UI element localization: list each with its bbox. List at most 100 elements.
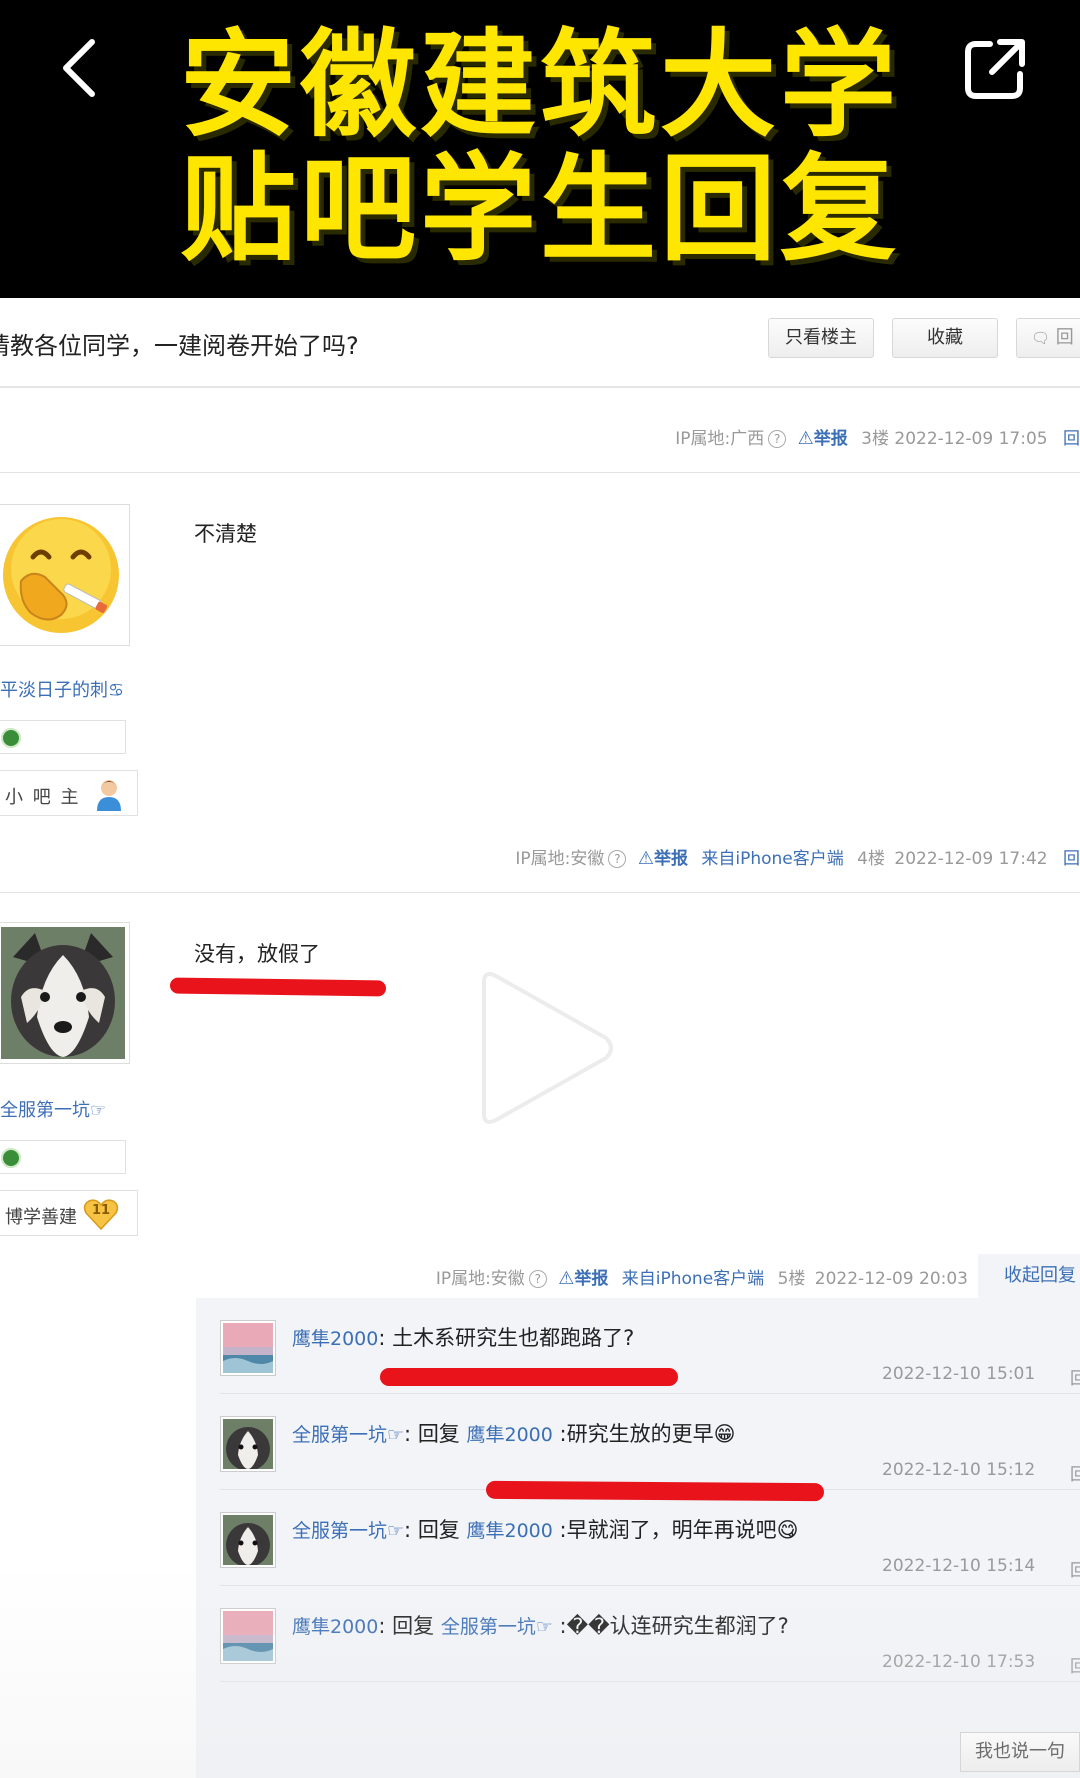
warning-triangle-icon: ⚠ [797,428,814,449]
comment-username[interactable]: 全服第一坑☞ [292,1520,404,1542]
floor-number: 4楼 [857,849,885,869]
post-time: 2022-12-09 20:03 [814,1269,968,1289]
reply-target-username[interactable]: 鹰隼2000 [467,1520,553,1542]
only-op-button[interactable]: 只看楼主 [768,318,874,358]
comment-text-line: 全服第一坑☞: 回复 鹰隼2000 :早就润了，明年再说吧😋 [292,1514,799,1544]
favorite-button[interactable]: 收藏 [892,318,998,358]
role-label: 博学善建 [5,1207,77,1228]
badge-box [0,1140,126,1174]
reply-target-username[interactable]: 全服第一坑☞ [441,1616,553,1638]
video-header-banner: 安徽建筑大学 贴吧学生回复 [0,0,1080,298]
member-badge-icon [1,1148,21,1168]
husky-avatar[interactable] [220,1512,276,1568]
red-underline-mark [380,1368,678,1386]
red-underline-mark [485,1480,825,1502]
reply-link[interactable]: 回 [1063,429,1080,449]
husky-avatar[interactable] [220,1416,276,1472]
comment-colon: : [378,1614,393,1638]
play-icon[interactable] [470,968,620,1128]
smoking-emoji-avatar [1,509,125,641]
report-link[interactable]: ⚠举报 [637,848,688,869]
warning-triangle-icon: ⚠ [558,1268,575,1289]
divider [0,892,1080,893]
comment-colon: : [404,1422,418,1446]
sunset-avatar[interactable] [220,1608,276,1664]
ip-location: IP属地:安徽 [435,1269,525,1289]
client-source[interactable]: 来自iPhone客户端 [701,849,843,869]
reply-button-label: 回 [1055,327,1074,348]
avatar[interactable] [0,922,130,1064]
comment-text: :研究生放的更早😁 [552,1422,736,1446]
help-circle-icon[interactable]: ? [768,430,787,448]
floor-3-meta: IP属地:广西? ⚠举报 3楼 2022-12-09 17:05 回 [675,424,1080,449]
floor-number: 3楼 [861,429,889,449]
divider [220,1681,1080,1682]
reply-prefix: 回复 [392,1614,441,1638]
husky-avatar [1,927,125,1059]
comment-text: :早就润了，明年再说吧😋 [552,1518,799,1542]
floor-4-meta: IP属地:安徽? ⚠举报 来自iPhone客户端 4楼 2022-12-09 1… [515,844,1080,869]
reply-button[interactable]: 🗨 回 [1016,318,1080,358]
collapse-replies-button[interactable]: 收起回复 [978,1254,1080,1298]
comment-text-line: 鹰隼2000: 回复 全服第一坑☞ :��认连研究生都润了? [292,1610,789,1640]
comment-item: 全服第一坑☞: 回复 鹰隼2000 :早就润了，明年再说吧😋 2022-12-1… [220,1490,1080,1586]
comment-text: 土木系研究生也都跑路了? [392,1326,635,1350]
floor-5-meta: IP属地:安徽? ⚠举报 来自iPhone客户端 5楼 2022-12-09 2… [436,1264,968,1289]
report-link[interactable]: ⚠举报 [797,428,848,449]
comment-item: 鹰隼2000: 回复 全服第一坑☞ :��认连研究生都润了? 2022-12-1… [220,1586,1080,1682]
badge-box [0,720,126,754]
comment-reply-link[interactable]: 回复 [1070,1460,1080,1485]
comment-colon: : [404,1518,418,1542]
comment-time: 2022-12-10 15:14 [882,1556,1036,1576]
post-time: 2022-12-09 17:05 [894,429,1048,449]
comment-text-line: 全服第一坑☞: 回复 鹰隼2000 :研究生放的更早😁 [292,1418,736,1448]
report-label: 举报 [574,1269,609,1289]
comment-text-line: 鹰隼2000: 土木系研究生也都跑路了? [292,1322,634,1352]
comment-bubble-icon: 🗨 [1031,329,1051,347]
report-label: 举报 [813,429,848,449]
comment-time: 2022-12-10 17:53 [882,1652,1036,1672]
divider [0,472,1080,473]
write-reply-button[interactable]: 我也说一句 [960,1732,1080,1772]
banner-title-line-2: 贴吧学生回复 [180,142,900,277]
username[interactable]: 平淡日子的刺♋ [0,676,124,702]
comment-text: :��认连研究生都润了? [552,1614,789,1638]
comment-username[interactable]: 鹰隼2000 [292,1616,378,1638]
help-circle-icon[interactable]: ? [528,1270,547,1288]
level-number: 11 [91,1203,111,1218]
share-icon[interactable] [960,34,1030,104]
warning-triangle-icon: ⚠ [637,848,654,869]
report-link[interactable]: ⚠举报 [558,1268,609,1289]
level-heart-icon: 11 [83,1197,119,1231]
thread-title-bar: 请教各位同学，一建阅卷开始了吗? 只看楼主 收藏 🗨 回 [0,298,1080,388]
reply-prefix: 回复 [417,1518,467,1542]
username[interactable]: 全服第一坑☞ [0,1096,106,1122]
client-source[interactable]: 来自iPhone客户端 [622,1269,764,1289]
member-badge-icon [1,728,21,748]
reply-target-username[interactable]: 鹰隼2000 [467,1424,553,1446]
reply-link[interactable]: 回 [1063,849,1080,869]
avatar[interactable] [0,504,130,646]
comment-time: 2022-12-10 15:12 [882,1460,1036,1480]
role-label: 小 吧 主 [5,787,81,808]
comment-username[interactable]: 全服第一坑☞ [292,1424,404,1446]
user-role-icon [97,780,121,811]
sunset-avatar[interactable] [220,1320,276,1376]
comment-reply-link[interactable]: 回复 [1070,1364,1080,1389]
comment-username[interactable]: 鹰隼2000 [292,1328,378,1350]
post-content: 没有，放假了 [194,942,320,966]
report-label: 举报 [653,849,688,869]
role-box: 小 吧 主 [0,770,138,816]
red-underline-mark [169,977,387,997]
ip-location: IP属地:安徽 [515,849,605,869]
reply-prefix: 回复 [417,1422,467,1446]
comment-colon: : [378,1326,393,1350]
ip-location: IP属地:广西 [675,429,765,449]
help-circle-icon[interactable]: ? [608,850,627,868]
banner-title-line-1: 安徽建筑大学 [180,18,900,153]
floor-number: 5楼 [777,1269,806,1289]
comment-reply-link[interactable]: 回复 [1070,1652,1080,1677]
comment-reply-link[interactable]: 回复 [1070,1556,1080,1581]
role-box: 博学善建 11 [0,1190,138,1236]
comment-item: 全服第一坑☞: 回复 鹰隼2000 :研究生放的更早😁 2022-12-10 1… [220,1394,1080,1490]
